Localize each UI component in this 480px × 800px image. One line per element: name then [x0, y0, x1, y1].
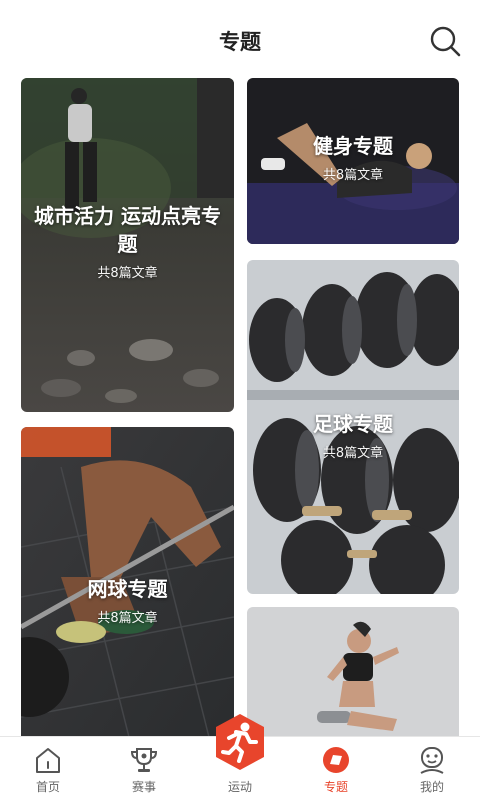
card-title: 健身专题: [313, 134, 393, 158]
topic-card-city-vitality[interactable]: 城市活力 运动点亮专题 共8篇文章: [21, 78, 234, 412]
topic-card-fitness[interactable]: 健身专题 共8篇文章: [247, 78, 459, 244]
card-title: 足球专题: [313, 412, 393, 436]
card-article-count: 共8篇文章: [322, 168, 384, 183]
topic-card-soccer[interactable]: 足球专题 共8篇文章: [247, 260, 459, 594]
search-icon[interactable]: [428, 24, 462, 58]
tab-label: 赛事: [131, 780, 156, 794]
tab-label: 首页: [35, 780, 60, 794]
tab-mine[interactable]: 我的: [384, 737, 480, 800]
page-title: 专题: [219, 30, 261, 54]
tab-home[interactable]: 首页: [0, 737, 96, 800]
topic-icon: [323, 747, 349, 773]
card-title: 城市活力 运动点亮专题: [34, 204, 221, 256]
app-screen: 专题 城市活力 运动点亮专题 共8篇文章 健身专题 共8篇文章 网球专题 共8篇…: [0, 0, 480, 800]
header: 专题: [0, 0, 480, 78]
tab-label: 运动: [227, 780, 252, 794]
tab-topics[interactable]: 专题: [288, 737, 384, 800]
topic-card-tennis[interactable]: 网球专题 共8篇文章: [21, 427, 234, 745]
tab-label: 我的: [419, 780, 444, 794]
card-caption: 足球专题 共8篇文章: [247, 410, 459, 461]
card-caption: 健身专题 共8篇文章: [247, 132, 459, 183]
tab-label: 专题: [323, 780, 348, 794]
card-caption: 城市活力 运动点亮专题 共8篇文章: [21, 202, 234, 281]
profile-icon: [420, 747, 444, 774]
card-article-count: 共8篇文章: [97, 611, 158, 626]
home-icon: [36, 748, 60, 773]
trophy-icon: [130, 748, 158, 772]
topic-card-partial[interactable]: [247, 607, 459, 745]
card-caption: 网球专题 共8篇文章: [21, 575, 234, 626]
running-icon[interactable]: [212, 712, 268, 772]
card-article-count: 共8篇文章: [322, 446, 384, 461]
woman-exercising-photo: [247, 607, 459, 745]
card-title: 网球专题: [87, 577, 168, 601]
card-article-count: 共8篇文章: [97, 266, 158, 281]
tab-events[interactable]: 赛事: [96, 737, 192, 800]
